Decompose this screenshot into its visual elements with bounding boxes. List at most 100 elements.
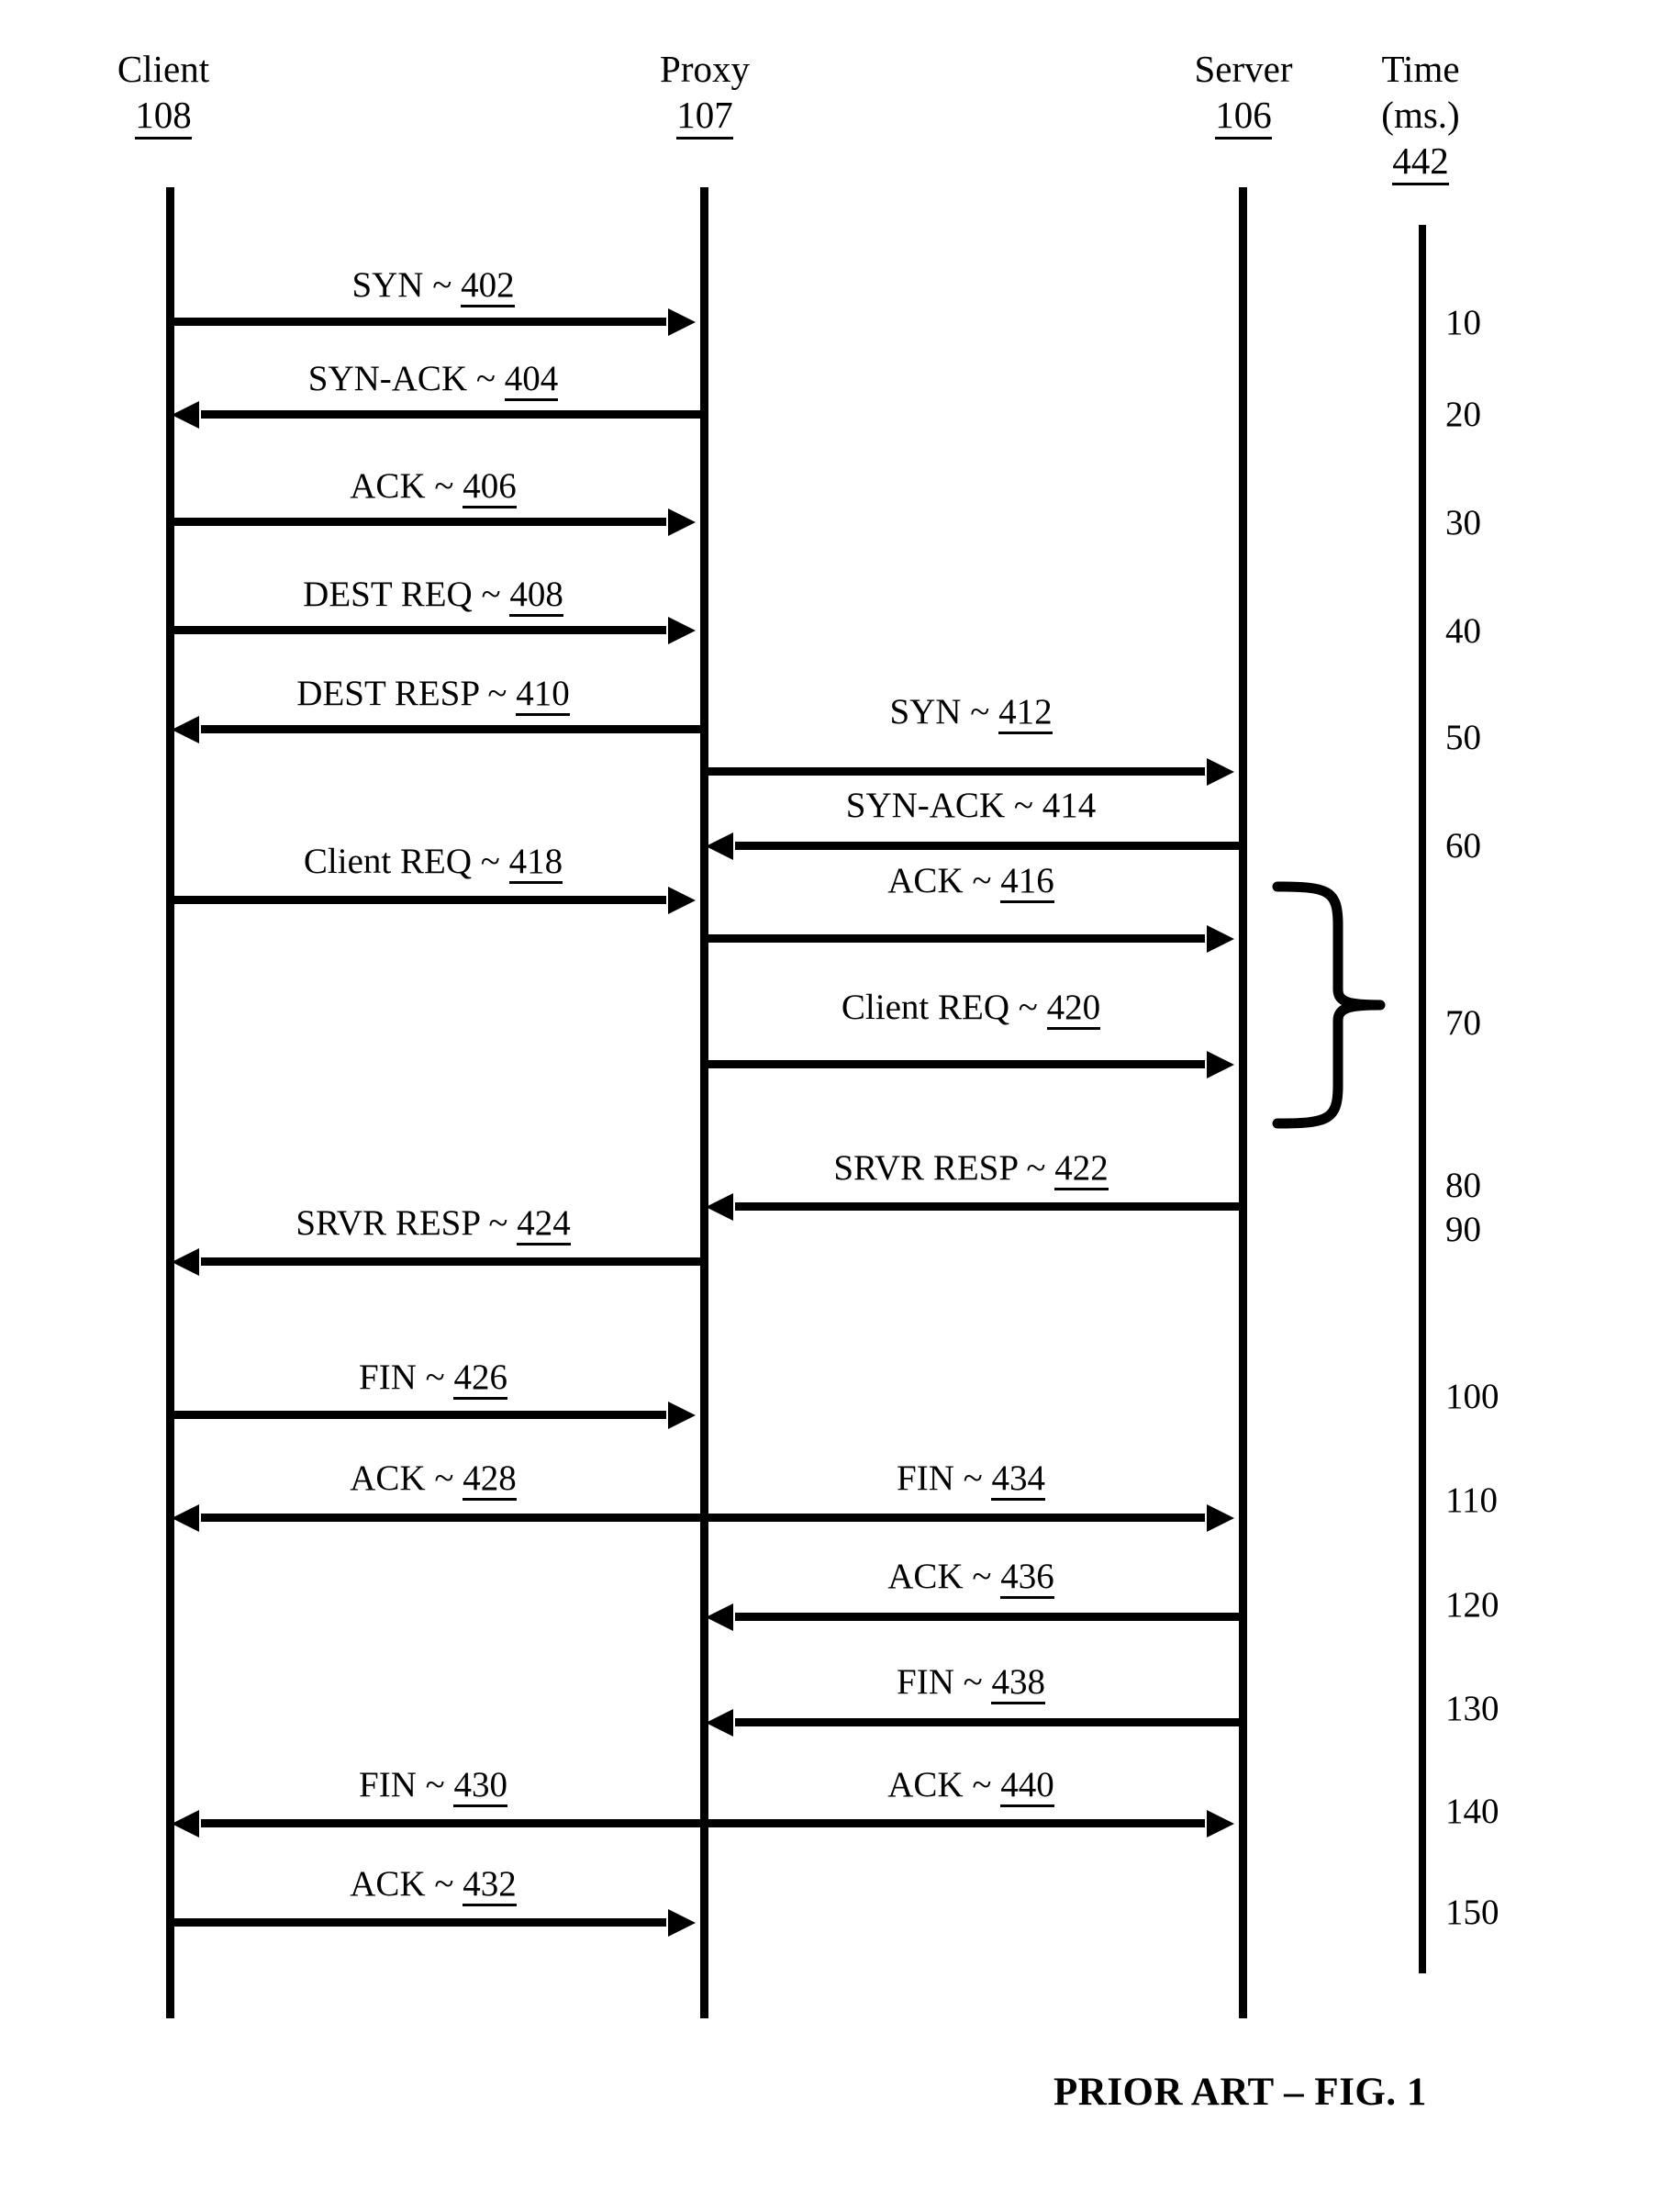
message-label-428: ACK ~ 428	[171, 1458, 696, 1501]
arrowhead-right-icon	[1207, 924, 1234, 953]
message-text-430: FIN ~	[359, 1765, 454, 1804]
arrowhead-right-icon	[1207, 1050, 1234, 1078]
message-arrow-412	[705, 757, 1234, 786]
message-ref-434: 434	[991, 1458, 1045, 1501]
column-header-proxy-label: Proxy	[660, 48, 750, 90]
message-label-424: SRVR RESP ~ 424	[171, 1202, 696, 1246]
column-header-time-unit: (ms.)	[1381, 94, 1460, 136]
message-ref-428: 428	[463, 1458, 517, 1501]
message-arrow-406	[171, 508, 696, 536]
time-tick-110: 110	[1445, 1480, 1499, 1520]
message-ref-414: 414	[1042, 786, 1097, 825]
message-label-408: DEST REQ ~ 408	[171, 574, 696, 617]
message-text-434: FIN ~	[897, 1458, 992, 1498]
arrowhead-right-icon	[668, 616, 696, 644]
figure-canvas: Client 108 Proxy 107 Server 106 Time (ms…	[0, 0, 1661, 2212]
message-ref-406: 406	[463, 466, 517, 508]
column-header-time: Time (ms.) 442	[1333, 46, 1508, 185]
message-text-408: DEST REQ ~	[303, 575, 510, 614]
message-arrow-408	[171, 616, 696, 644]
message-text-412: SYN ~	[889, 692, 999, 732]
message-label-406: ACK ~ 406	[171, 465, 696, 508]
message-text-428: ACK ~	[350, 1458, 463, 1498]
message-arrow-432	[171, 1908, 696, 1937]
arrowhead-right-icon	[1207, 1809, 1234, 1838]
column-header-client: Client 108	[72, 46, 255, 140]
message-label-436: ACK ~ 436	[705, 1556, 1237, 1599]
arrowhead-left-icon	[172, 1247, 199, 1276]
message-ref-430: 430	[453, 1765, 507, 1807]
arrowhead-left-icon	[706, 832, 733, 860]
arrowhead-left-icon	[172, 400, 199, 429]
message-arrow-422	[706, 1192, 1243, 1221]
message-label-422: SRVR RESP ~ 422	[705, 1147, 1237, 1190]
message-arrow-402	[171, 307, 696, 336]
arrowhead-left-icon	[706, 1603, 733, 1631]
message-text-420: Client REQ ~	[841, 988, 1047, 1027]
message-label-426: FIN ~ 426	[171, 1357, 696, 1400]
message-arrow-428	[172, 1503, 705, 1532]
lifeline-proxy	[700, 187, 708, 2018]
arrowhead-left-icon	[706, 1192, 733, 1221]
figure-caption: PRIOR ART – FIG. 1	[1053, 2071, 1427, 2114]
message-label-416: ACK ~ 416	[705, 860, 1237, 903]
arrowhead-right-icon	[668, 886, 696, 914]
column-header-server-label: Server	[1194, 48, 1293, 90]
arrowhead-right-icon	[1207, 757, 1234, 786]
lifeline-server	[1239, 187, 1247, 2018]
message-ref-426: 426	[453, 1357, 507, 1400]
message-ref-412: 412	[998, 692, 1053, 734]
message-arrow-430	[172, 1809, 705, 1838]
message-arrow-434	[705, 1503, 1234, 1532]
message-text-414: SYN-ACK ~	[845, 786, 1042, 825]
time-tick-70: 70	[1445, 1003, 1481, 1043]
arrowhead-left-icon	[172, 1809, 199, 1838]
time-tick-40: 40	[1445, 611, 1481, 651]
message-ref-424: 424	[517, 1203, 571, 1246]
message-label-418: Client REQ ~ 418	[171, 841, 696, 884]
message-text-418: Client REQ ~	[303, 842, 509, 881]
time-tick-50: 50	[1445, 718, 1481, 757]
message-text-424: SRVR RESP ~	[295, 1203, 518, 1243]
message-ref-404: 404	[504, 359, 559, 401]
time-tick-20: 20	[1445, 395, 1481, 434]
message-text-432: ACK ~	[350, 1864, 463, 1904]
message-ref-422: 422	[1054, 1148, 1109, 1190]
message-label-412: SYN ~ 412	[705, 691, 1237, 734]
column-header-time-ref: 442	[1392, 140, 1449, 185]
arrowhead-right-icon	[668, 1908, 696, 1937]
message-arrow-440	[705, 1809, 1234, 1838]
message-ref-420: 420	[1046, 988, 1101, 1030]
time-tick-60: 60	[1445, 826, 1481, 866]
server-exchange-brace	[1272, 881, 1391, 1129]
message-arrow-404	[172, 400, 705, 429]
message-text-426: FIN ~	[359, 1357, 454, 1397]
message-text-410: DEST RESP ~	[296, 674, 517, 713]
message-arrow-420	[705, 1050, 1234, 1078]
message-label-440: ACK ~ 440	[705, 1764, 1237, 1807]
message-arrow-410	[172, 715, 705, 743]
message-label-414: SYN-ACK ~ 414	[705, 785, 1237, 827]
column-header-time-label: Time	[1381, 48, 1460, 90]
message-text-436: ACK ~	[887, 1557, 1001, 1596]
lifeline-client	[166, 187, 174, 2018]
message-arrow-418	[171, 886, 696, 914]
message-arrow-426	[171, 1401, 696, 1429]
brace-icon	[1272, 881, 1386, 1129]
time-tick-150: 150	[1445, 1893, 1499, 1932]
arrowhead-right-icon	[668, 508, 696, 536]
arrowhead-left-icon	[172, 715, 199, 743]
message-text-422: SRVR RESP ~	[833, 1148, 1055, 1188]
time-axis-line	[1419, 225, 1426, 1973]
message-ref-408: 408	[509, 575, 563, 617]
time-tick-30: 30	[1445, 503, 1481, 542]
arrowhead-left-icon	[172, 1503, 199, 1532]
message-ref-432: 432	[463, 1864, 517, 1906]
message-ref-438: 438	[991, 1662, 1045, 1704]
time-tick-90: 90	[1445, 1210, 1481, 1249]
message-ref-416: 416	[1000, 861, 1054, 903]
message-text-440: ACK ~	[887, 1765, 1001, 1804]
message-label-402: SYN ~ 402	[171, 264, 696, 307]
message-label-434: FIN ~ 434	[705, 1458, 1237, 1501]
message-text-404: SYN-ACK ~	[307, 359, 505, 398]
